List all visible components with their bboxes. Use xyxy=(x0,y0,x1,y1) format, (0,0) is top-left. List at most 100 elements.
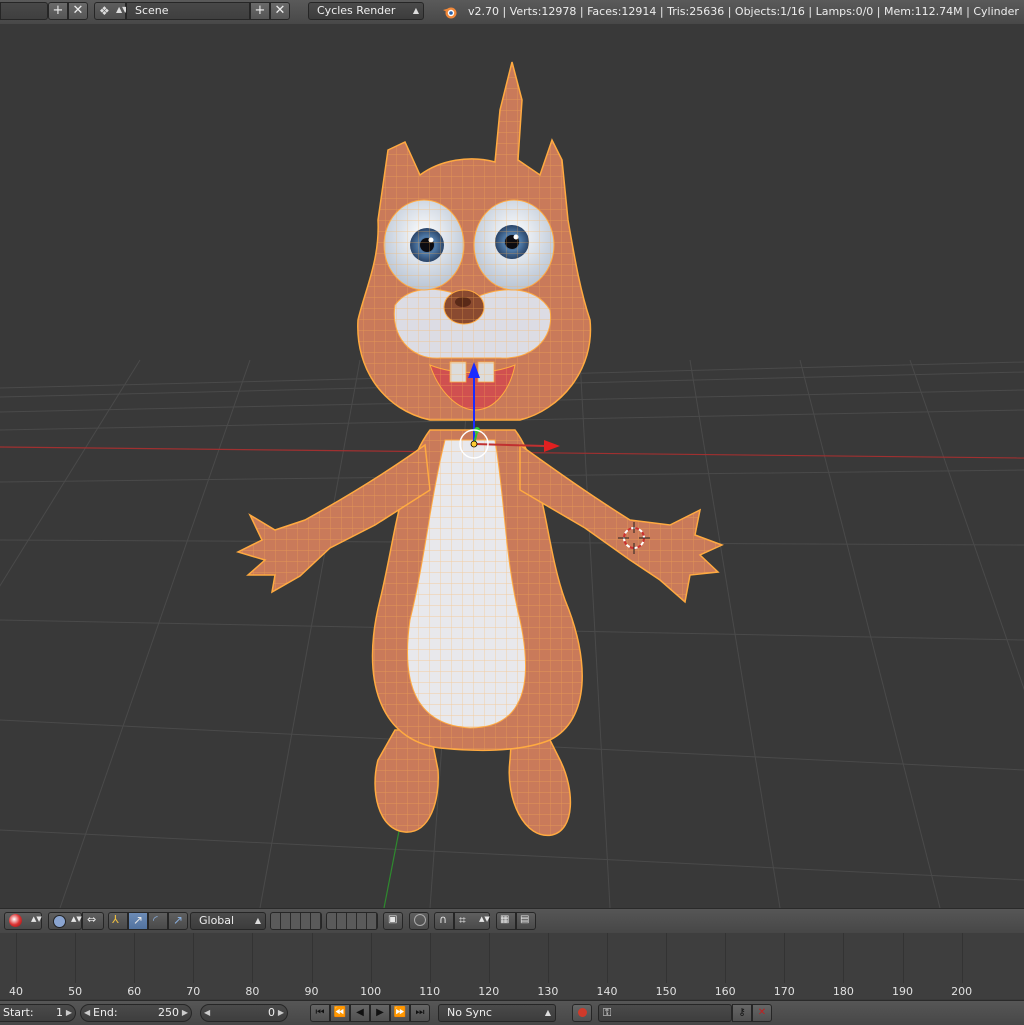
start-frame-field[interactable]: Start: 1 ▶ xyxy=(0,1004,76,1022)
ruler-tick xyxy=(488,933,490,983)
magnet-icon: ∩ xyxy=(439,913,448,926)
lock-icon: ▣ xyxy=(388,914,398,925)
layer-buttons-group-1[interactable] xyxy=(270,912,322,930)
record-keyframes-button[interactable] xyxy=(572,1004,592,1022)
translate-manipulator-button[interactable]: ↗ xyxy=(128,912,148,930)
ruler-frame-label: 170 xyxy=(773,985,795,998)
add-scene-button[interactable]: + xyxy=(250,2,270,20)
delete-screen-button[interactable]: ✕ xyxy=(68,2,88,20)
ruler-frame-label: 130 xyxy=(537,985,559,998)
rotate-manipulator-button[interactable]: ◜ xyxy=(148,912,168,930)
ruler-tick xyxy=(252,933,254,983)
lock-layers-button[interactable]: ▣ xyxy=(383,912,403,930)
jump-to-start-button[interactable]: ⏮ xyxy=(310,1004,330,1022)
jump-prev-keyframe-button[interactable]: ⏪ xyxy=(330,1004,350,1022)
ruler-frame-label: 160 xyxy=(714,985,736,998)
ruler-frame-label: 190 xyxy=(892,985,913,998)
ruler-frame-label: 70 xyxy=(186,985,201,998)
ruler-frame-label: 120 xyxy=(478,985,500,998)
delete-scene-button[interactable]: ✕ xyxy=(270,2,290,20)
record-icon xyxy=(577,1008,587,1017)
manipulator-settings-button[interactable]: ⇔ xyxy=(82,912,104,930)
rotate-arc-icon: ◜ xyxy=(153,913,158,927)
jump-next-keyframe-button[interactable]: ⏩ xyxy=(390,1004,410,1022)
scale-manipulator-button[interactable]: ↗ xyxy=(168,912,188,930)
film-icon: ▤ xyxy=(520,914,530,925)
proportional-editing-button[interactable] xyxy=(409,912,429,930)
chevron-left-icon[interactable]: ◀ xyxy=(204,1005,210,1021)
play-reverse-icon: ◀ xyxy=(356,1007,364,1018)
delete-key-icon: ✕ xyxy=(757,1007,767,1018)
end-frame-field[interactable]: ◀ End: 250 ▶ xyxy=(80,1004,192,1022)
ruler-frame-label: 180 xyxy=(832,985,854,998)
start-frame-value: 1 xyxy=(56,1006,63,1019)
sphere-shading-icon xyxy=(9,914,22,927)
ruler-tick xyxy=(902,933,904,983)
next-keyframe-icon: ⏩ xyxy=(393,1007,407,1018)
scene-name-field[interactable]: Scene xyxy=(126,2,250,20)
opengl-render-animation-button[interactable]: ▤ xyxy=(516,912,536,930)
scene-type-selector[interactable]: ❖ ▲▼ xyxy=(94,2,128,20)
manipulator-icon: ⇔ xyxy=(87,913,97,926)
render-engine-label: Cycles Render xyxy=(317,4,396,17)
chevron-right-icon[interactable]: ▶ xyxy=(182,1005,188,1021)
chevron-updown-icon: ▲▼ xyxy=(71,915,82,923)
info-header: + ✕ ❖ ▲▼ Scene + ✕ Cycles Render ▲ v2.70… xyxy=(0,0,1024,25)
timeline-header: Start: 1 ▶ ◀ End: 250 ▶ ◀ 0 ▶ ⏮ ⏪ ◀ ▶ ⏩ … xyxy=(0,1000,1024,1025)
character-mesh[interactable] xyxy=(235,61,724,837)
chevron-right-icon[interactable]: ▶ xyxy=(66,1005,72,1021)
manipulator-toggle-button[interactable]: ⅄ xyxy=(108,912,128,930)
chevron-left-icon[interactable]: ◀ xyxy=(84,1005,90,1021)
chevron-updown-icon: ▲ xyxy=(254,916,261,925)
timeline-editor[interactable]: 40 50 60 70 80 90 100 110 120 130 140 150 160 170 180 1… xyxy=(0,933,1024,999)
3d-view-header: ▲▼ ▲▼ ⇔ ⅄ ↗ ◜ ↗ Global ▲ ▣ ∩ ⌗ ▲▼ ▦ ▤ xyxy=(0,908,1024,934)
insert-keyframe-button[interactable]: ⚷ xyxy=(732,1004,752,1022)
scene-icon: ❖ xyxy=(99,4,110,18)
chevron-updown-icon: ▲ xyxy=(412,6,419,15)
viewport-shading-dropdown[interactable]: ▲▼ xyxy=(4,912,42,930)
ruler-tick xyxy=(547,933,549,983)
snap-toggle-button[interactable]: ∩ xyxy=(434,912,454,930)
jump-to-end-button[interactable]: ⏭ xyxy=(410,1004,430,1022)
keying-set-field[interactable]: ⚿ xyxy=(598,1004,732,1022)
camera-icon: ▦ xyxy=(500,914,510,925)
chevron-right-icon[interactable]: ▶ xyxy=(278,1005,284,1021)
current-frame-value: 0 xyxy=(268,1006,275,1019)
sync-mode-dropdown[interactable]: No Sync ▲ xyxy=(438,1004,556,1022)
transform-orientation-label: Global xyxy=(199,914,235,927)
object-origin-point xyxy=(470,440,478,448)
3d-viewport[interactable] xyxy=(0,24,1024,908)
snap-grid-icon: ⌗ xyxy=(459,913,466,927)
blender-logo-icon xyxy=(443,7,457,19)
viewport-canvas[interactable] xyxy=(0,24,1024,908)
ruler-tick xyxy=(607,933,608,983)
play-reverse-button[interactable]: ◀ xyxy=(350,1004,370,1022)
ruler-tick xyxy=(193,933,195,983)
translate-arrow-icon: ↗ xyxy=(133,913,144,927)
x-axis-arrow-icon[interactable] xyxy=(544,440,560,452)
opengl-render-button[interactable]: ▦ xyxy=(496,912,516,930)
ruler-tick xyxy=(961,933,963,983)
ruler-frame-label: 90 xyxy=(304,985,319,998)
start-frame-label: Start: xyxy=(3,1006,34,1019)
chevron-updown-icon: ▲ xyxy=(544,1008,551,1017)
ruler-frame-label: 40 xyxy=(9,985,23,998)
jump-start-icon: ⏮ xyxy=(315,1007,325,1018)
ruler-tick xyxy=(666,933,668,983)
play-button[interactable]: ▶ xyxy=(370,1004,390,1022)
end-frame-label: End: xyxy=(93,1006,118,1019)
ruler-tick xyxy=(370,933,372,983)
ruler-tick xyxy=(75,933,77,983)
pivot-point-dropdown[interactable]: ▲▼ xyxy=(48,912,82,930)
transform-orientation-dropdown[interactable]: Global ▲ xyxy=(190,912,266,930)
ruler-tick xyxy=(134,933,136,983)
delete-keyframe-button[interactable]: ✕ xyxy=(752,1004,772,1022)
current-frame-field[interactable]: ◀ 0 ▶ xyxy=(200,1004,288,1022)
render-engine-dropdown[interactable]: Cycles Render ▲ xyxy=(308,2,424,20)
screen-layout-field[interactable] xyxy=(0,2,48,20)
layer-buttons-group-2[interactable] xyxy=(326,912,378,930)
ruler-frame-label: 140 xyxy=(596,985,618,998)
snap-element-dropdown[interactable]: ⌗ ▲▼ xyxy=(454,912,490,930)
ruler-tick xyxy=(843,933,845,983)
add-screen-button[interactable]: + xyxy=(48,2,68,20)
